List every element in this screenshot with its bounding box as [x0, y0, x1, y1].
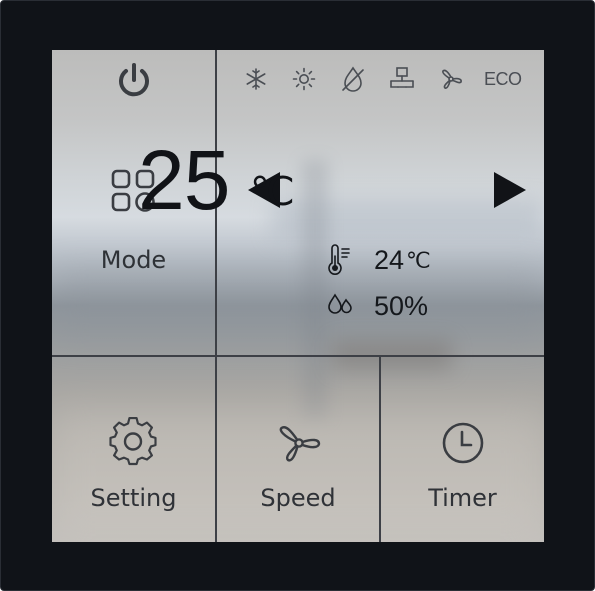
room-temperature-value: 24: [374, 245, 405, 275]
clock-icon: [442, 422, 484, 464]
eco-mode-label[interactable]: ECO: [484, 69, 522, 90]
fan-icon[interactable]: [438, 66, 464, 92]
fan-icon: [279, 426, 321, 462]
humidity-value: 50%: [374, 291, 429, 321]
speed-label: Speed: [260, 484, 336, 512]
dry-drop-icon[interactable]: [340, 65, 366, 93]
humidity-drops-icon: [328, 293, 352, 314]
set-temperature-value: 25: [138, 133, 230, 227]
timer-button[interactable]: Timer: [381, 357, 544, 542]
touch-screen: Mode ECO 25 ℃ 24 ℃ 50% Setting Speed Tim…: [52, 50, 544, 542]
thermometer-icon: [328, 244, 350, 275]
sun-icon[interactable]: [292, 67, 316, 91]
set-temperature-unit: ℃: [250, 170, 295, 214]
snowflake-icon[interactable]: [244, 67, 268, 91]
room-temperature-unit: ℃: [406, 248, 431, 273]
right-triangle-icon[interactable]: [492, 170, 528, 210]
timer-label: Timer: [428, 484, 497, 512]
mode-label: Mode: [100, 246, 167, 274]
ventilation-icon[interactable]: [388, 65, 416, 93]
speed-button[interactable]: Speed: [217, 357, 379, 542]
power-button[interactable]: [52, 50, 215, 120]
power-icon: [119, 63, 149, 97]
setting-button[interactable]: Setting: [52, 357, 215, 542]
setting-label: Setting: [90, 484, 177, 512]
gear-icon: [109, 417, 157, 466]
